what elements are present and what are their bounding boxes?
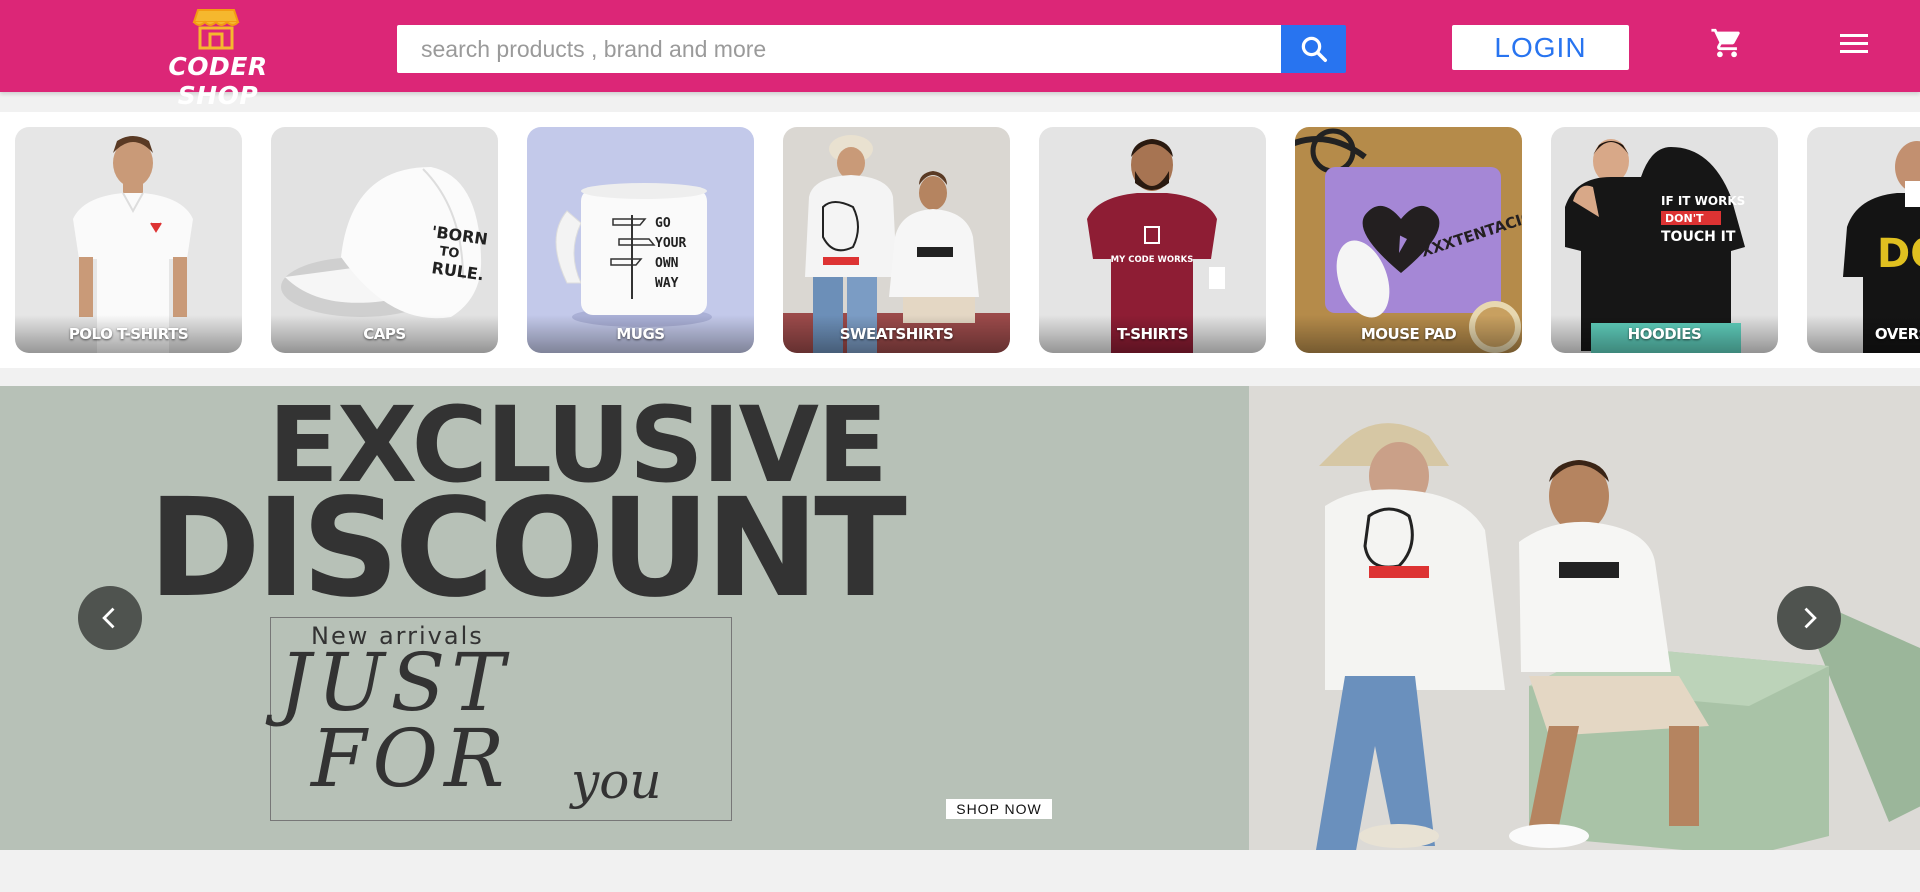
new-arrivals-box: New arrivals JUST FOR you	[270, 617, 732, 821]
svg-text:GO: GO	[655, 216, 671, 231]
search-input[interactable]	[397, 25, 1281, 73]
svg-text:YOUR: YOUR	[655, 236, 686, 251]
category-card-oversized[interactable]: DO OVERSIZED	[1807, 127, 1920, 353]
you-text: you	[571, 752, 662, 810]
category-label: POLO T-SHIRTS	[15, 315, 242, 353]
category-label: MOUSE PAD	[1295, 315, 1522, 353]
banner-headline-discount: DISCOUNT	[148, 470, 907, 628]
category-card-hoodies[interactable]: IF IT WORKS DON'T TOUCH IT HOODIES	[1551, 127, 1778, 353]
svg-text:TOUCH IT: TOUCH IT	[1661, 229, 1736, 245]
for-text: FOR	[311, 712, 511, 805]
carousel-next-button[interactable]	[1777, 586, 1841, 650]
chevron-left-icon	[102, 607, 115, 629]
carousel-prev-button[interactable]	[78, 586, 142, 650]
svg-text:WAY: WAY	[655, 276, 679, 291]
search-bar	[397, 25, 1346, 73]
category-label: SWEATSHIRTS	[783, 315, 1010, 353]
category-card-mugs[interactable]: GO YOUR OWN WAY MUGS	[527, 127, 754, 353]
category-card-caps[interactable]: 'BORN TO RULE. CAPS	[271, 127, 498, 353]
svg-text:DON'T: DON'T	[1665, 212, 1704, 225]
search-button[interactable]	[1281, 25, 1346, 73]
svg-text:OWN: OWN	[655, 256, 679, 271]
search-icon	[1301, 36, 1327, 62]
category-label: MUGS	[527, 315, 754, 353]
hero-banner: EXCLUSIVE DISCOUNT New arrivals JUST FOR…	[0, 386, 1920, 850]
category-card-sweatshirts[interactable]: SWEATSHIRTS	[783, 127, 1010, 353]
shop-now-button[interactable]: SHOP NOW	[946, 799, 1052, 819]
category-label: OVERSIZED	[1807, 315, 1920, 353]
category-label: T-SHIRTS	[1039, 315, 1266, 353]
category-card-t-shirts[interactable]: MY CODE WORKS T-SHIRTS	[1039, 127, 1266, 353]
svg-text:MY CODE WORKS: MY CODE WORKS	[1111, 255, 1194, 265]
login-button[interactable]: LOGIN	[1452, 25, 1629, 70]
category-label: HOODIES	[1551, 315, 1778, 353]
menu-icon[interactable]	[1838, 30, 1870, 58]
chevron-right-icon	[1804, 607, 1817, 629]
category-label: CAPS	[271, 315, 498, 353]
logo-text: CODER SHOP	[168, 52, 268, 110]
cart-icon[interactable]	[1710, 26, 1744, 60]
category-strip: POLO T-SHIRTS 'BORN TO RULE. CAPS GO YOU…	[0, 112, 1920, 368]
top-navbar: CODER SHOP LOGIN	[0, 0, 1920, 110]
site-logo[interactable]: CODER SHOP	[128, 6, 308, 110]
category-card-mouse-pad[interactable]: XXXTENTACION MOUSE PAD	[1295, 127, 1522, 353]
category-card-polo-t-shirts[interactable]: POLO T-SHIRTS	[15, 127, 242, 353]
svg-text:IF IT WORKS: IF IT WORKS	[1661, 194, 1745, 208]
svg-text:DO: DO	[1877, 231, 1920, 277]
store-icon	[192, 9, 240, 50]
